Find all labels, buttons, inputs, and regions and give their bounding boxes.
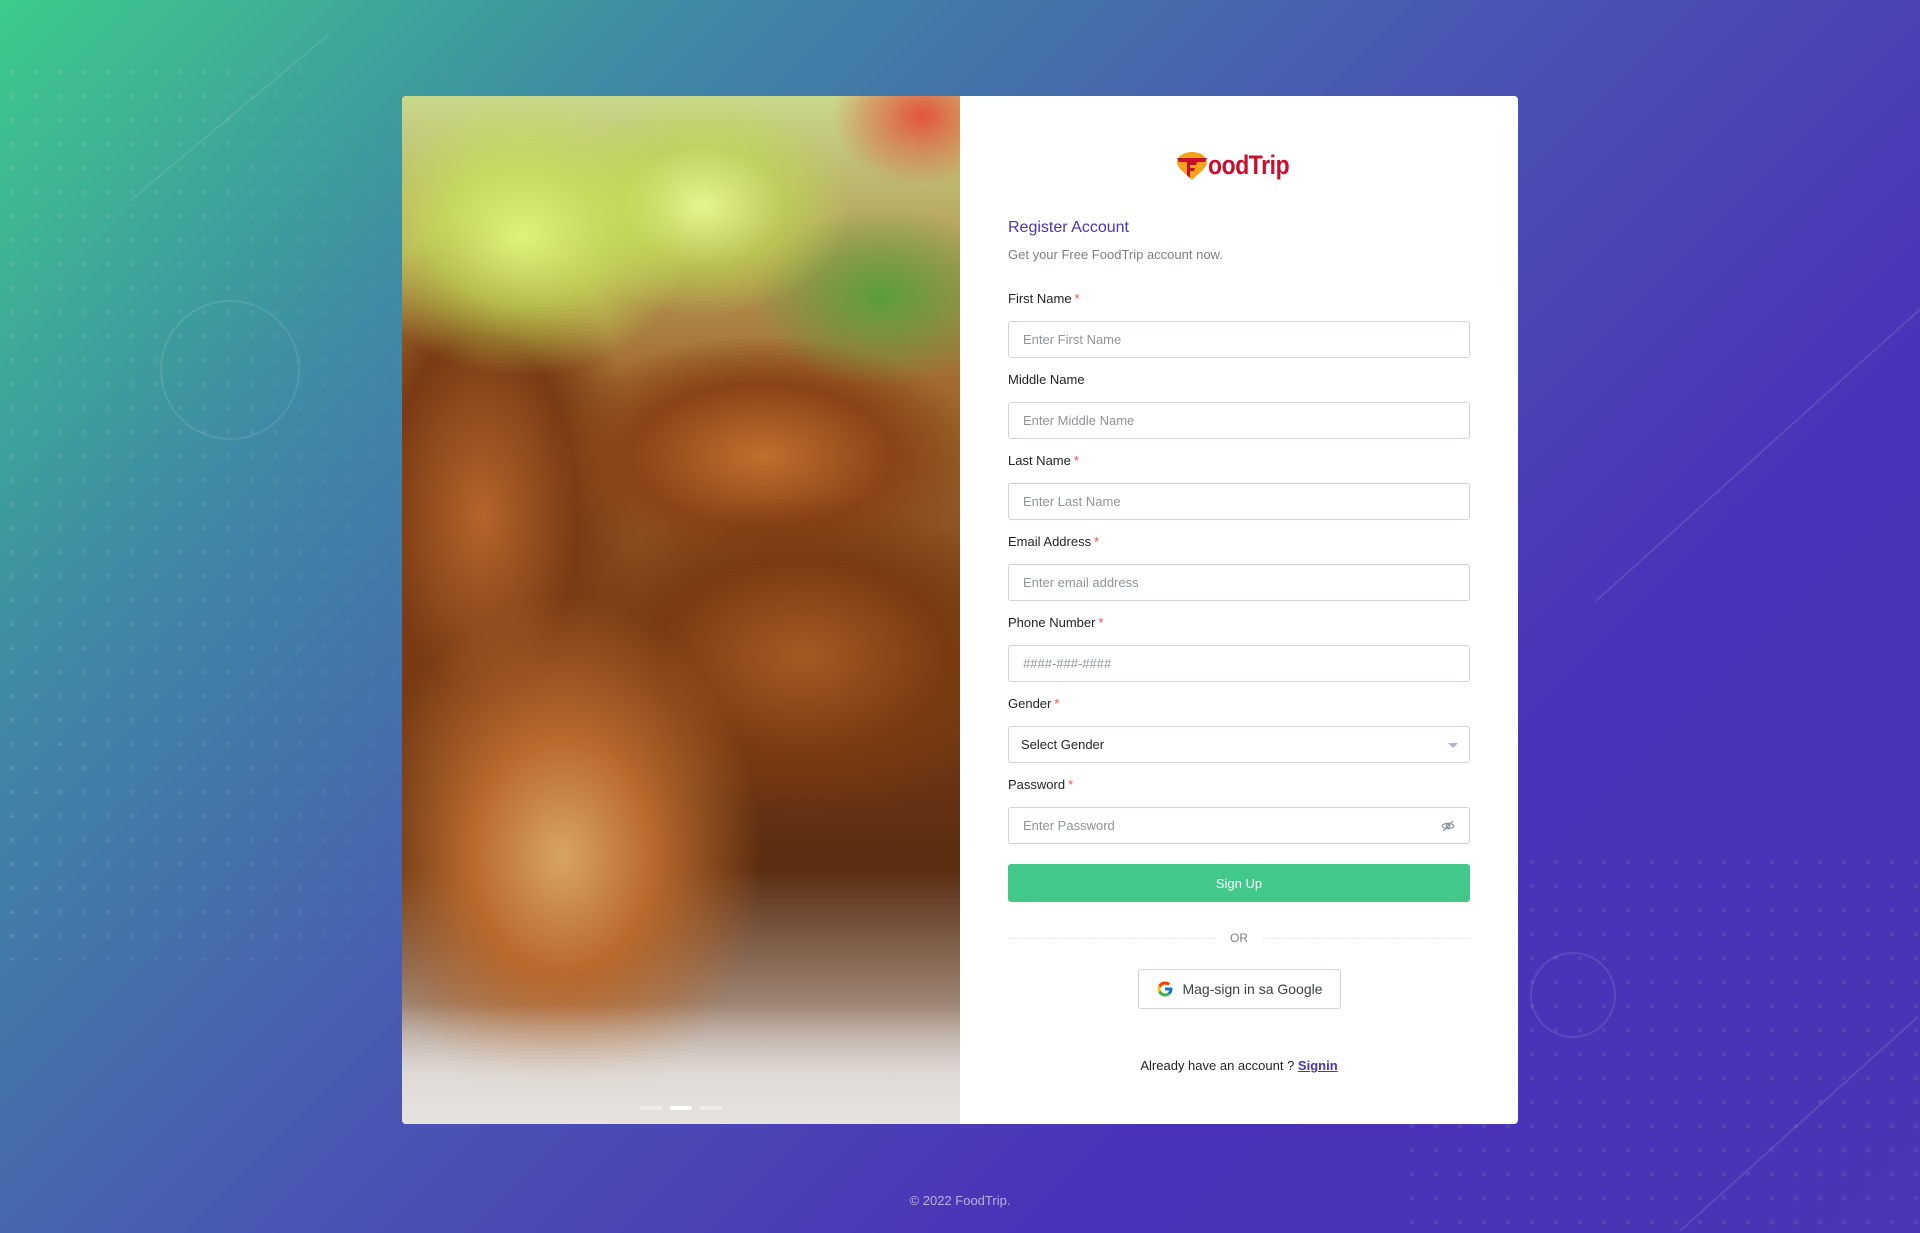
required-mark: * xyxy=(1074,291,1080,306)
email-group: Email Address * Enter email address xyxy=(1008,534,1470,601)
last-name-label: Last Name * xyxy=(1008,453,1079,468)
signin-link[interactable]: Signin xyxy=(1298,1058,1338,1073)
google-sign-in-button[interactable]: Mag-sign in sa Google xyxy=(1138,969,1341,1009)
foodtrip-logo: oodTrip xyxy=(960,148,1518,182)
carousel-indicators xyxy=(402,1106,960,1110)
required-mark: * xyxy=(1054,696,1060,711)
carousel-indicator-3[interactable] xyxy=(700,1106,722,1110)
email-placeholder: Enter email address xyxy=(1023,575,1139,590)
middle-name-placeholder: Enter Middle Name xyxy=(1023,413,1135,428)
carousel-indicator-2[interactable] xyxy=(670,1106,692,1110)
sign-up-button[interactable]: Sign Up xyxy=(1008,864,1470,902)
background-line xyxy=(129,33,330,202)
eye-slash-icon[interactable] xyxy=(1441,820,1455,832)
middle-name-label: Middle Name xyxy=(1008,372,1085,387)
middle-name-input[interactable]: Enter Middle Name xyxy=(1008,402,1470,439)
gender-group: Gender * Select Gender xyxy=(1008,696,1470,763)
email-label: Email Address * xyxy=(1008,534,1100,549)
password-placeholder: Enter Password xyxy=(1023,818,1115,833)
register-card: oodTrip Register Account Get your Free F… xyxy=(402,96,1518,1124)
page-title: Register Account xyxy=(1008,219,1129,236)
email-input[interactable]: Enter email address xyxy=(1008,564,1470,601)
or-label: OR xyxy=(1230,931,1248,945)
page-subtitle: Get your Free FoodTrip account now. xyxy=(1008,247,1223,262)
or-divider: OR xyxy=(1008,928,1470,948)
password-group: Password * Enter Password xyxy=(1008,777,1470,844)
location-pin-f-icon xyxy=(1177,152,1208,180)
carousel-indicator-1[interactable] xyxy=(640,1106,662,1110)
food-carousel-image xyxy=(402,96,960,1124)
divider-line xyxy=(1008,937,1216,939)
first-name-label: First Name * xyxy=(1008,291,1080,306)
required-mark: * xyxy=(1073,453,1079,468)
required-mark: * xyxy=(1094,534,1100,549)
phone-label: Phone Number * xyxy=(1008,615,1104,630)
logo-text: oodTrip xyxy=(1208,149,1290,180)
password-label: Password * xyxy=(1008,777,1074,792)
google-sign-in-label: Mag-sign in sa Google xyxy=(1182,981,1323,997)
last-name-placeholder: Enter Last Name xyxy=(1023,494,1121,509)
required-mark: * xyxy=(1098,615,1104,630)
phone-group: Phone Number * ####-###-#### xyxy=(1008,615,1470,682)
phone-input[interactable]: ####-###-#### xyxy=(1008,645,1470,682)
first-name-group: First Name * Enter First Name xyxy=(1008,291,1470,358)
divider-line xyxy=(1262,937,1470,939)
password-input[interactable]: Enter Password xyxy=(1008,807,1470,844)
phone-placeholder: ####-###-#### xyxy=(1023,656,1112,671)
gender-select[interactable]: Select Gender xyxy=(1008,726,1470,763)
chevron-down-icon xyxy=(1448,743,1458,748)
gender-select-value: Select Gender xyxy=(1021,737,1105,752)
middle-name-group: Middle Name Enter Middle Name xyxy=(1008,372,1470,439)
required-mark: * xyxy=(1068,777,1074,792)
last-name-group: Last Name * Enter Last Name xyxy=(1008,453,1470,520)
first-name-placeholder: Enter First Name xyxy=(1023,332,1122,347)
background-ring xyxy=(160,300,300,440)
google-icon xyxy=(1157,981,1173,997)
register-form-panel: oodTrip Register Account Get your Free F… xyxy=(960,96,1518,1124)
first-name-input[interactable]: Enter First Name xyxy=(1008,321,1470,358)
gender-label: Gender * xyxy=(1008,696,1060,711)
background-ring xyxy=(1530,952,1616,1038)
signin-prompt-text: Already have an account ? xyxy=(1140,1058,1298,1073)
signin-prompt: Already have an account ? Signin xyxy=(960,1058,1518,1073)
background-line xyxy=(1595,292,1920,602)
copyright-text: © 2022 FoodTrip. xyxy=(909,1193,1011,1208)
last-name-input[interactable]: Enter Last Name xyxy=(1008,483,1470,520)
